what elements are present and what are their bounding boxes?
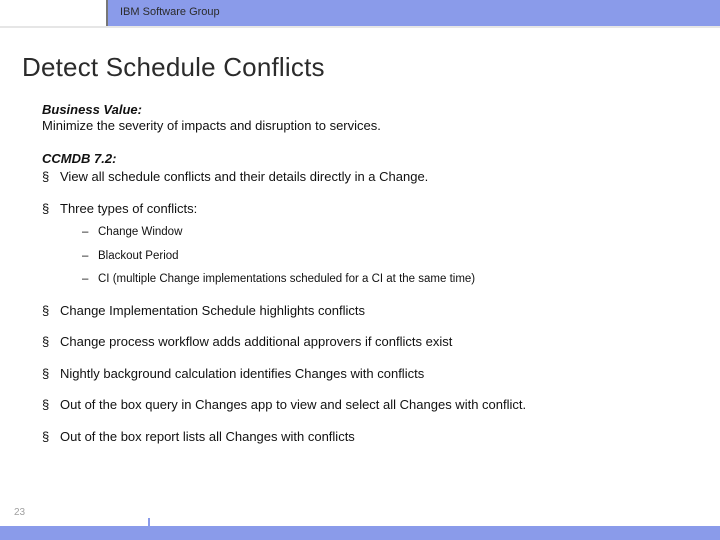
list-item: Three types of conflicts: Change Window … bbox=[42, 200, 700, 288]
list-item: Change process workflow adds additional … bbox=[42, 333, 700, 351]
header-divider bbox=[0, 26, 720, 28]
list-item: View all schedule conflicts and their de… bbox=[42, 168, 700, 186]
slide-content: Business Value: Minimize the severity of… bbox=[42, 102, 700, 459]
list-item: Blackout Period bbox=[82, 249, 700, 265]
sub-bullet-list: Change Window Blackout Period CI (multip… bbox=[82, 225, 700, 288]
list-item: Out of the box report lists all Changes … bbox=[42, 428, 700, 446]
page-number: 23 bbox=[14, 507, 25, 518]
business-value-label: Business Value: bbox=[42, 102, 700, 117]
footer-band bbox=[0, 526, 720, 540]
header-band: IBM Software Group bbox=[0, 0, 720, 26]
list-item: CI (multiple Change implementations sche… bbox=[82, 272, 700, 288]
list-item: Nightly background calculation identifie… bbox=[42, 365, 700, 383]
header-group-label: IBM Software Group bbox=[120, 6, 220, 18]
list-item: Out of the box query in Changes app to v… bbox=[42, 396, 700, 414]
footer-tick bbox=[148, 518, 150, 526]
list-item: Change Implementation Schedule highlight… bbox=[42, 302, 700, 320]
list-item: Change Window bbox=[82, 225, 700, 241]
bullet-list: View all schedule conflicts and their de… bbox=[42, 168, 700, 445]
business-value-text: Minimize the severity of impacts and dis… bbox=[42, 118, 700, 133]
list-item-text: Three types of conflicts: bbox=[60, 201, 197, 216]
ccmdb-label: CCMDB 7.2: bbox=[42, 151, 700, 166]
slide-title: Detect Schedule Conflicts bbox=[22, 52, 325, 83]
header-left-block bbox=[0, 0, 108, 26]
